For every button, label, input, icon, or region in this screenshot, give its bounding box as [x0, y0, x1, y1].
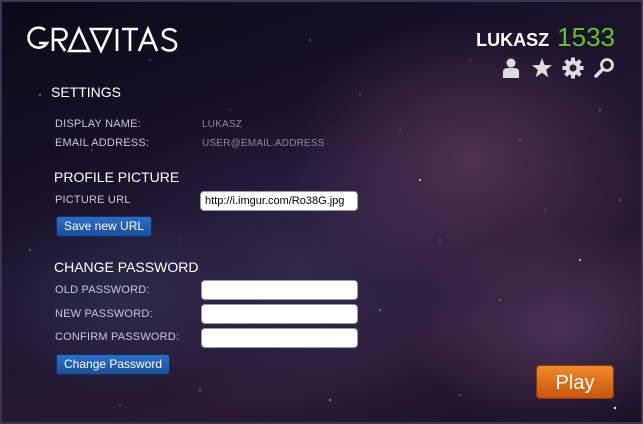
email-label: EMAIL ADDRESS: — [55, 137, 150, 149]
star-icon[interactable] — [531, 57, 553, 79]
profile-picture-title: PROFILE PICTURE — [54, 169, 180, 185]
header-icon-bar — [500, 57, 615, 79]
change-password-title: CHANGE PASSWORD — [54, 259, 199, 275]
gravitas-logo-mark — [27, 25, 178, 53]
display-name-value: LUKASZ — [202, 119, 243, 130]
username[interactable]: LUKASZ — [476, 30, 549, 51]
picture-url-input[interactable] — [200, 191, 358, 211]
confirm-password-label: CONFIRM PASSWORD: — [55, 331, 180, 343]
search-icon[interactable] — [593, 57, 615, 79]
profile-icon[interactable] — [500, 57, 522, 79]
save-url-button[interactable]: Save new URL — [56, 216, 153, 237]
gear-icon[interactable] — [562, 57, 584, 79]
old-password-field[interactable] — [201, 280, 358, 300]
change-password-button[interactable]: Change Password — [56, 354, 171, 375]
user-info: LUKASZ 1533 — [476, 22, 615, 53]
new-password-field[interactable] — [201, 304, 358, 324]
gravitas-logo — [27, 25, 179, 53]
display-name-label: DISPLAY NAME: — [55, 118, 141, 130]
settings-title: SETTINGS — [51, 84, 122, 100]
play-button[interactable]: Play — [536, 365, 614, 399]
old-password-label: OLD PASSWORD: — [55, 284, 150, 296]
confirm-password-field[interactable] — [201, 328, 358, 348]
email-value: USER@EMAIL.ADDRESS — [202, 138, 325, 149]
new-password-label: NEW PASSWORD: — [55, 308, 153, 320]
picture-url-label: PICTURE URL — [55, 194, 131, 206]
user-score: 1533 — [557, 22, 615, 52]
